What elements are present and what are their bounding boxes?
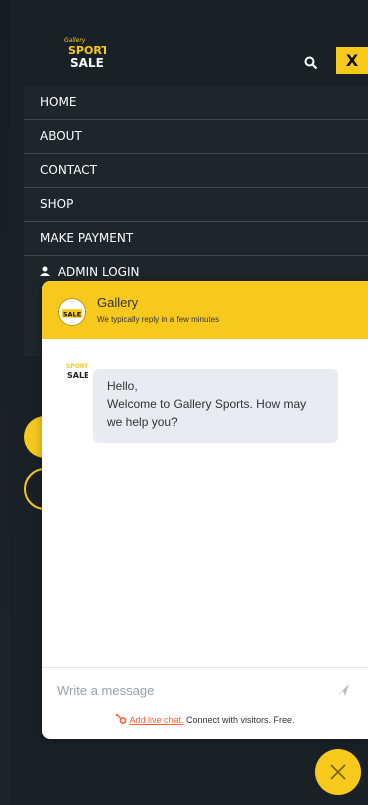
svg-text:SPORTS: SPORTS: [66, 363, 88, 370]
nav-item-make-payment[interactable]: MAKE PAYMENT: [24, 222, 368, 256]
message-line: Hello,: [107, 379, 138, 393]
agent-avatar: SPORTS SALE: [60, 359, 93, 381]
chat-header: SALE Gallery We typically reply in a few…: [42, 281, 368, 339]
chat-composer: Write a message: [42, 667, 368, 712]
nav-item-about[interactable]: ABOUT: [24, 120, 368, 154]
chat-subtitle: We typically reply in a few minutes: [97, 315, 220, 324]
message-line: Welcome to Gallery Sports. How may: [107, 397, 307, 411]
chat-footer: Add live chat. Connect with visitors. Fr…: [42, 713, 368, 727]
chat-avatar: SALE: [58, 298, 86, 326]
chat-close-button[interactable]: [315, 749, 361, 795]
svg-text:SALE: SALE: [63, 311, 81, 319]
close-menu-button[interactable]: X: [336, 47, 368, 74]
svg-text:SALE: SALE: [67, 371, 88, 380]
nav-item-admin-login-label: ADMIN LOGIN: [57, 265, 140, 279]
svg-text:Gallery: Gallery: [64, 37, 86, 44]
close-icon: [330, 764, 346, 780]
chat-message-bubble: Hello, Welcome to Gallery Sports. How ma…: [93, 369, 338, 443]
nav-item-contact[interactable]: CONTACT: [24, 154, 368, 188]
site-logo[interactable]: Gallery SPORTS SALE: [56, 34, 117, 72]
send-icon[interactable]: [335, 682, 351, 698]
add-live-chat-link[interactable]: Add live chat.: [129, 715, 183, 725]
svg-text:SALE: SALE: [70, 56, 104, 70]
main-navigation: HOME ABOUT CONTACT SHOP MAKE PAYMENT ADM…: [24, 86, 368, 290]
nav-item-home[interactable]: HOME: [24, 86, 368, 120]
message-line: we help you?: [107, 415, 178, 429]
chat-title: Gallery: [97, 295, 139, 310]
chat-widget: SALE Gallery We typically reply in a few…: [42, 281, 368, 739]
message-input[interactable]: Write a message: [57, 683, 154, 698]
footer-text: Connect with visitors. Free.: [183, 715, 295, 725]
search-icon[interactable]: [304, 56, 318, 70]
hubspot-icon: [115, 713, 127, 727]
nav-item-shop[interactable]: SHOP: [24, 188, 368, 222]
